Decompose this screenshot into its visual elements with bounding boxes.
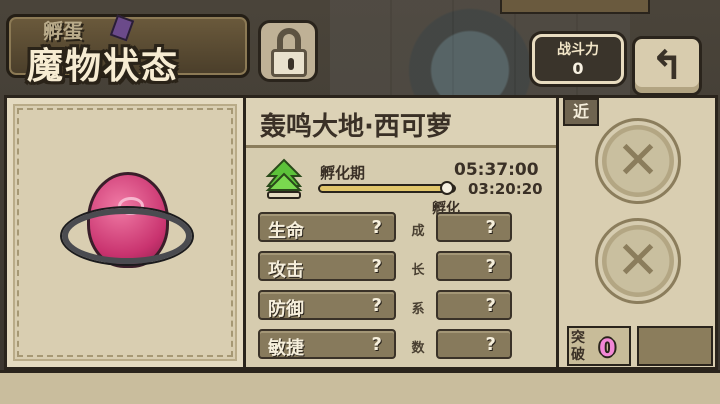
hatch-progress-bar xyxy=(318,181,456,195)
hatch-arrow-icon xyxy=(265,158,303,199)
breakthrough-label: 突破 xyxy=(571,330,585,363)
combat-power-box: 战斗力 0 xyxy=(532,34,624,84)
background-plank xyxy=(500,0,650,14)
thorn-nest-icon xyxy=(62,208,192,264)
lock-button[interactable] xyxy=(258,20,318,82)
page-title: 魔物状态 xyxy=(27,46,180,87)
growth-label-char: 系 xyxy=(411,302,425,317)
stat-name: 防御 xyxy=(268,299,304,320)
stat-row-attack: 攻击 ? xyxy=(258,251,396,281)
hatch-stage-label: 孵化期 xyxy=(320,164,366,182)
stat-row-defense: 防御 ? xyxy=(258,290,396,320)
bottom-strip xyxy=(0,370,720,404)
stat-value: ? xyxy=(371,256,382,277)
combat-power-value: 0 xyxy=(572,59,584,78)
stat-row-agility: 敏捷 ? xyxy=(258,329,396,359)
stat-name: 攻击 xyxy=(268,260,304,281)
stat-name: 生命 xyxy=(268,221,304,242)
monster-egg xyxy=(62,168,192,288)
growth-value-defense: ? xyxy=(436,290,512,320)
stat-value: ? xyxy=(371,295,382,316)
close-icon: ✕ xyxy=(616,131,660,191)
growth-value-agility: ? xyxy=(436,329,512,359)
hatch-progress-fill xyxy=(320,186,448,191)
monster-name-bar: 轰鸣大地·西可萝 xyxy=(246,98,556,148)
growth-value-attack: ? xyxy=(436,251,512,281)
close-icon: ✕ xyxy=(616,231,660,291)
stat-value: ? xyxy=(371,334,382,355)
monster-info-panel: 轰鸣大地·西可萝 孵化期 05:37:00 03:20:20 孵化 生命 ? 攻… xyxy=(246,95,556,370)
growth-label-char: 长 xyxy=(411,263,425,278)
equipment-panel: 近 ✕ ✕ 突破 0 xyxy=(556,95,718,370)
equipment-slot-2[interactable]: ✕ xyxy=(595,218,681,304)
title-banner: 孵蛋 魔物状态 xyxy=(6,14,250,87)
hatch-total-time: 05:37:00 xyxy=(454,160,539,180)
back-arrow-icon: ↰ xyxy=(650,43,684,89)
growth-label-char: 成 xyxy=(411,224,425,239)
melee-tag: 近 xyxy=(563,98,599,126)
stat-row-hp: 生命 ? xyxy=(258,212,396,242)
hatch-progress-knob xyxy=(440,181,455,195)
equipment-slot-1[interactable]: ✕ xyxy=(595,118,681,204)
combat-power-label: 战斗力 xyxy=(557,42,599,58)
monster-portrait-panel xyxy=(4,95,246,370)
monster-name: 轰鸣大地·西可萝 xyxy=(260,112,452,142)
back-button[interactable]: ↰ xyxy=(632,36,702,96)
breakthrough-value: 0 xyxy=(599,334,616,362)
breakthrough-box[interactable]: 突破 0 xyxy=(567,326,631,366)
stat-value: ? xyxy=(371,217,382,238)
growth-label-char: 数 xyxy=(411,341,425,356)
egg-eye-icon xyxy=(118,197,144,215)
egg-icon xyxy=(87,172,169,268)
stat-name: 敏捷 xyxy=(268,338,304,359)
breakthrough-empty-slot xyxy=(637,326,713,366)
growth-value-hp: ? xyxy=(436,212,512,242)
hatch-remaining-time: 03:20:20 xyxy=(468,180,543,198)
